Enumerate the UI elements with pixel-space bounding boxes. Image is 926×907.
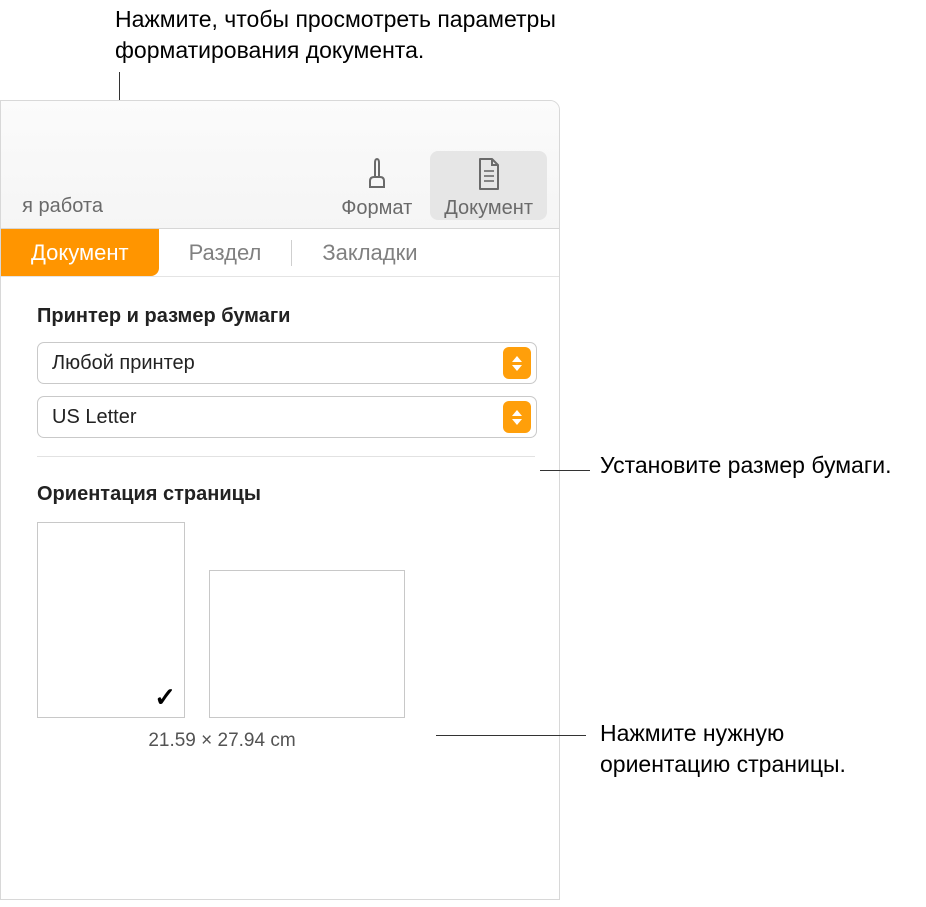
printer-select[interactable]: Любой принтер — [37, 342, 537, 384]
updown-icon — [503, 347, 531, 379]
paper-size-select[interactable]: US Letter — [37, 396, 537, 438]
format-label: Формат — [341, 197, 412, 220]
inspector-content: Принтер и размер бумаги Любой принтер US… — [1, 277, 559, 752]
document-label: Документ — [444, 197, 533, 220]
checkmark-icon: ✓ — [154, 682, 176, 713]
document-toolbar-button[interactable]: Документ — [430, 151, 547, 220]
updown-icon — [503, 401, 531, 433]
printer-section-title: Принтер и размер бумаги — [37, 305, 535, 328]
section-divider — [37, 456, 535, 457]
page-dimensions-label: 21.59 × 27.94 cm — [37, 730, 407, 752]
toolbar-clipped-button[interactable]: я работа — [1, 195, 103, 220]
callout-line-orientation — [436, 735, 586, 736]
callout-orientation: Нажмите нужную ориентацию страницы. — [600, 718, 920, 780]
printer-select-value: Любой принтер — [38, 352, 503, 375]
callout-line-paper — [540, 470, 590, 471]
orientation-section-title: Ориентация страницы — [37, 483, 535, 506]
toolbar: я работа Формат Документ — [1, 101, 559, 229]
document-icon — [472, 155, 506, 193]
tab-bookmarks[interactable]: Закладки — [292, 229, 447, 276]
brush-icon — [360, 155, 394, 193]
callout-paper-size: Установите размер бумаги. — [600, 450, 910, 481]
callout-document-tab: Нажмите, чтобы просмотреть параметры фор… — [115, 4, 675, 66]
orientation-landscape[interactable] — [209, 570, 405, 718]
inspector-tabs: Документ Раздел Закладки — [1, 229, 559, 277]
orientation-options: ✓ — [37, 522, 535, 718]
orientation-portrait[interactable]: ✓ — [37, 522, 185, 718]
toolbar-clipped-label: я работа — [22, 195, 103, 218]
paper-size-value: US Letter — [38, 406, 503, 429]
inspector-panel: я работа Формат Документ Документ Раздел — [0, 100, 560, 900]
tab-section[interactable]: Раздел — [159, 229, 292, 276]
format-toolbar-button[interactable]: Формат — [327, 151, 426, 220]
tab-document[interactable]: Документ — [1, 229, 159, 276]
